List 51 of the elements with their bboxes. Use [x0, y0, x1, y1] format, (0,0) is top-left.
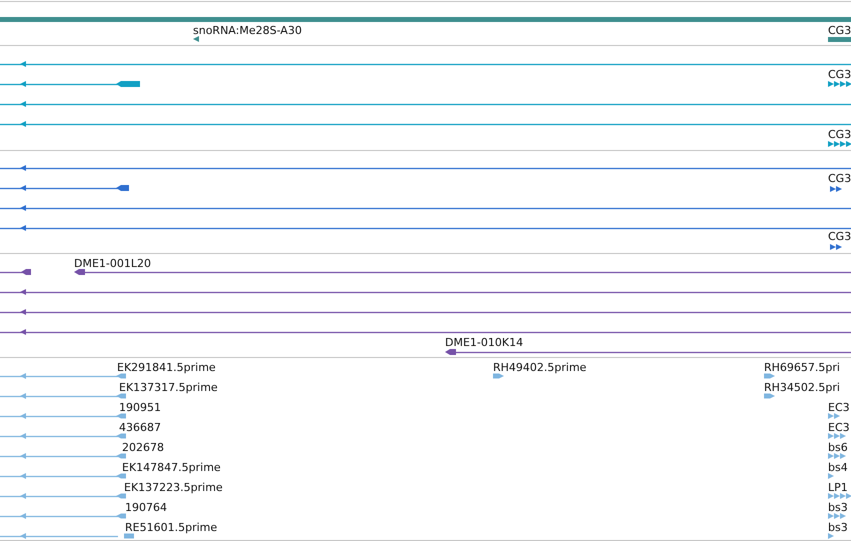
feature-label: EC3	[828, 421, 850, 434]
feature-label: LP1	[828, 481, 848, 494]
feature-line[interactable]	[0, 61, 851, 67]
feature-label: EK147847.5prime	[122, 461, 221, 474]
feature-glyph[interactable]	[828, 141, 851, 147]
feature-glyph[interactable]	[445, 349, 456, 355]
feature-glyph[interactable]	[830, 186, 842, 192]
feature-line[interactable]	[0, 205, 851, 211]
feature-label: CG3	[828, 172, 851, 185]
feature-label: EC3	[828, 401, 850, 414]
feature-line[interactable]	[0, 165, 851, 171]
feature-label: 190951	[119, 401, 161, 414]
feature-line[interactable]	[455, 352, 851, 354]
feature-line[interactable]	[0, 329, 851, 335]
feature-label: 436687	[119, 421, 161, 434]
feature-label: DME1-001L20	[74, 257, 151, 270]
feature-line[interactable]	[0, 272, 23, 274]
feature-line[interactable]	[0, 185, 118, 191]
feature-label: bs4	[828, 461, 848, 474]
feature-label: bs3	[828, 501, 848, 514]
feature-block[interactable]	[21, 269, 31, 275]
feature-glyph[interactable]	[828, 81, 851, 87]
feature-label: EK137317.5prime	[119, 381, 218, 394]
feature-label: 190764	[125, 501, 167, 514]
feature-label: CG3	[828, 128, 851, 141]
feature-label: bs3	[828, 521, 848, 534]
feature-line[interactable]	[84, 272, 851, 274]
feature-label: RH34502.5pri	[764, 381, 840, 394]
feature-label: RH49402.5prime	[493, 361, 586, 374]
feature-block[interactable]	[116, 81, 140, 87]
feature-line[interactable]	[0, 81, 118, 87]
feature-label: RE51601.5prime	[125, 521, 218, 534]
feature-label: bs6	[828, 441, 848, 454]
feature-label: EK137223.5prime	[124, 481, 223, 494]
feature-label: RH69657.5pri	[764, 361, 840, 374]
feature-glyph[interactable]	[74, 269, 85, 275]
feature-glyph[interactable]	[830, 244, 842, 250]
feature-label: CG3	[828, 24, 851, 37]
feature-label: snoRNA:Me28S-A30	[193, 24, 302, 37]
feature-label: CG3	[828, 230, 851, 243]
feature-glyph[interactable]	[193, 36, 199, 42]
feature-label: DME1-010K14	[445, 336, 524, 349]
feature-label: CG3	[828, 68, 851, 81]
feature-line[interactable]	[0, 225, 851, 231]
feature-label: 202678	[122, 441, 164, 454]
feature-line[interactable]	[0, 121, 851, 127]
feature-label: EK291841.5prime	[117, 361, 216, 374]
feature-line[interactable]	[0, 289, 851, 295]
feature-line[interactable]	[0, 309, 851, 315]
feature-line[interactable]	[0, 101, 851, 107]
feature-block[interactable]	[116, 185, 129, 191]
